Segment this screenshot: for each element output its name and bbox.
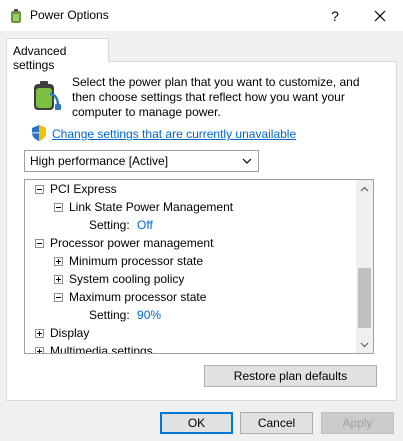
chevron-down-icon (360, 342, 369, 347)
ok-button[interactable]: OK (160, 412, 233, 434)
scroll-down-button[interactable] (356, 336, 373, 353)
tree-item-label: Minimum processor state (69, 254, 204, 268)
chevron-down-icon (242, 158, 252, 164)
scroll-up-button[interactable] (356, 180, 373, 197)
power-options-icon (11, 9, 21, 23)
setting-value-link[interactable]: 90% (137, 308, 161, 322)
collapse-icon[interactable] (35, 239, 44, 248)
expand-icon[interactable] (35, 329, 44, 338)
power-plan-select[interactable]: High performance [Active] (24, 150, 259, 172)
vertical-scrollbar[interactable] (356, 180, 373, 353)
settings-tree[interactable]: PCI Express Link State Power Management … (24, 179, 374, 354)
restore-plan-defaults-button[interactable]: Restore plan defaults (204, 365, 377, 387)
apply-button[interactable]: Apply (321, 412, 394, 434)
change-settings-link[interactable]: Change settings that are currently unava… (52, 127, 296, 141)
setting-label: Setting: (89, 308, 130, 322)
help-button[interactable]: ? (318, 0, 352, 31)
collapse-icon[interactable] (54, 203, 63, 212)
tree-item-label: System cooling policy (69, 272, 185, 286)
uac-shield-icon (32, 125, 46, 141)
expand-icon[interactable] (54, 275, 63, 284)
tree-item-label: Multimedia settings (50, 344, 153, 354)
tree-item-label: Maximum processor state (69, 290, 207, 304)
window-title: Power Options (30, 8, 109, 22)
setting-value-link[interactable]: Off (137, 218, 153, 232)
setting-label: Setting: (89, 218, 130, 232)
tree-item-label: Display (50, 326, 90, 340)
collapse-icon[interactable] (54, 293, 63, 302)
battery-power-icon (34, 81, 61, 110)
chevron-up-icon (360, 186, 369, 191)
tree-item-label: PCI Express (50, 182, 117, 196)
close-button[interactable] (360, 0, 400, 31)
tree-item-label: Link State Power Management (69, 200, 234, 214)
instructions-text: Select the power plan that you want to c… (72, 75, 360, 119)
expand-icon[interactable] (54, 257, 63, 266)
power-plan-value: High performance [Active] (30, 154, 169, 168)
collapse-icon[interactable] (35, 185, 44, 194)
cancel-button[interactable]: Cancel (240, 412, 313, 434)
close-icon (374, 10, 386, 21)
tree-item-setting[interactable]: Setting: 90% (89, 306, 161, 324)
expand-icon[interactable] (35, 347, 44, 353)
scroll-thumb[interactable] (358, 268, 371, 328)
tree-item-setting[interactable]: Setting: Off (89, 216, 153, 234)
tab-advanced-settings[interactable]: Advanced settings (6, 38, 109, 72)
title-bar: Power Options ? (0, 0, 403, 31)
tree-item-label: Processor power management (50, 236, 214, 250)
